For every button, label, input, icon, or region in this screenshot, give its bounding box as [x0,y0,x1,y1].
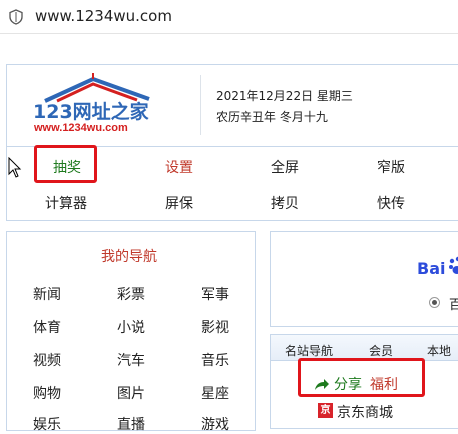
paw-icon [448,256,458,276]
nav-item[interactable]: 视频 [33,350,61,370]
nav-item[interactable]: 娱乐 [33,414,61,434]
nav-item[interactable]: 影视 [201,317,229,337]
nav-item[interactable]: 图片 [117,383,145,403]
nav-item[interactable]: 小说 [117,317,145,337]
nav-item[interactable]: 军事 [201,284,229,304]
menu-narrow[interactable]: 窄版 [377,157,405,177]
address-bar[interactable]: www.1234wu.com [0,0,458,34]
nav-item[interactable]: 游戏 [201,414,229,434]
menu-copy[interactable]: 拷贝 [271,193,299,213]
nav-item[interactable]: 星座 [201,383,229,403]
lunar-date-text: 农历辛丑年 冬月十九 [216,108,328,125]
my-nav-panel: 我的导航 新闻 彩票 军事 体育 小说 影视 视频 汽车 音乐 购物 图片 星座… [6,231,256,431]
date-text: 2021年12月22日 星期三 [216,87,353,104]
divider [200,75,201,135]
tab-members[interactable]: 会员 [369,342,393,359]
menu-screensaver[interactable]: 屏保 [165,193,193,213]
nav-title: 我的导航 [101,246,157,266]
highlight-box [298,358,425,397]
logo-text: 123网址之家 [33,97,149,124]
nav-item[interactable]: 购物 [33,383,61,403]
search-engine-logo[interactable]: Bai [417,259,445,278]
brand-text: Bai [417,259,445,278]
site-link-jd[interactable]: 京东商城 [337,402,393,422]
logo-url: www.1234wu.com [34,122,128,134]
nav-item[interactable]: 新闻 [33,284,61,304]
menu-fullscreen[interactable]: 全屏 [271,157,299,177]
menu-transfer[interactable]: 快传 [377,193,405,213]
search-panel: Bai 百 [270,231,458,327]
site-logo[interactable]: 123网址之家 www.1234wu.com [33,73,157,141]
nav-item[interactable]: 直播 [117,414,145,434]
nav-item[interactable]: 体育 [33,317,61,337]
page-top-gap [0,35,458,62]
site-header: 123网址之家 www.1234wu.com 2021年12月22日 星期三 农… [6,64,458,147]
radio-label: 百 [449,294,458,313]
mouse-cursor-icon [8,157,22,179]
nav-item[interactable]: 彩票 [117,284,145,304]
tab-local[interactable]: 本地 [427,342,451,359]
shield-icon[interactable] [9,9,23,25]
jd-icon: 京 [318,403,333,418]
menu-calculator[interactable]: 计算器 [45,193,87,213]
highlight-box [34,145,97,183]
menu-settings[interactable]: 设置 [165,157,193,177]
search-type-radio[interactable] [429,297,440,308]
nav-item[interactable]: 汽车 [117,350,145,370]
url-text[interactable]: www.1234wu.com [35,7,172,25]
nav-item[interactable]: 音乐 [201,350,229,370]
tab-famous-sites[interactable]: 名站导航 [285,342,333,359]
